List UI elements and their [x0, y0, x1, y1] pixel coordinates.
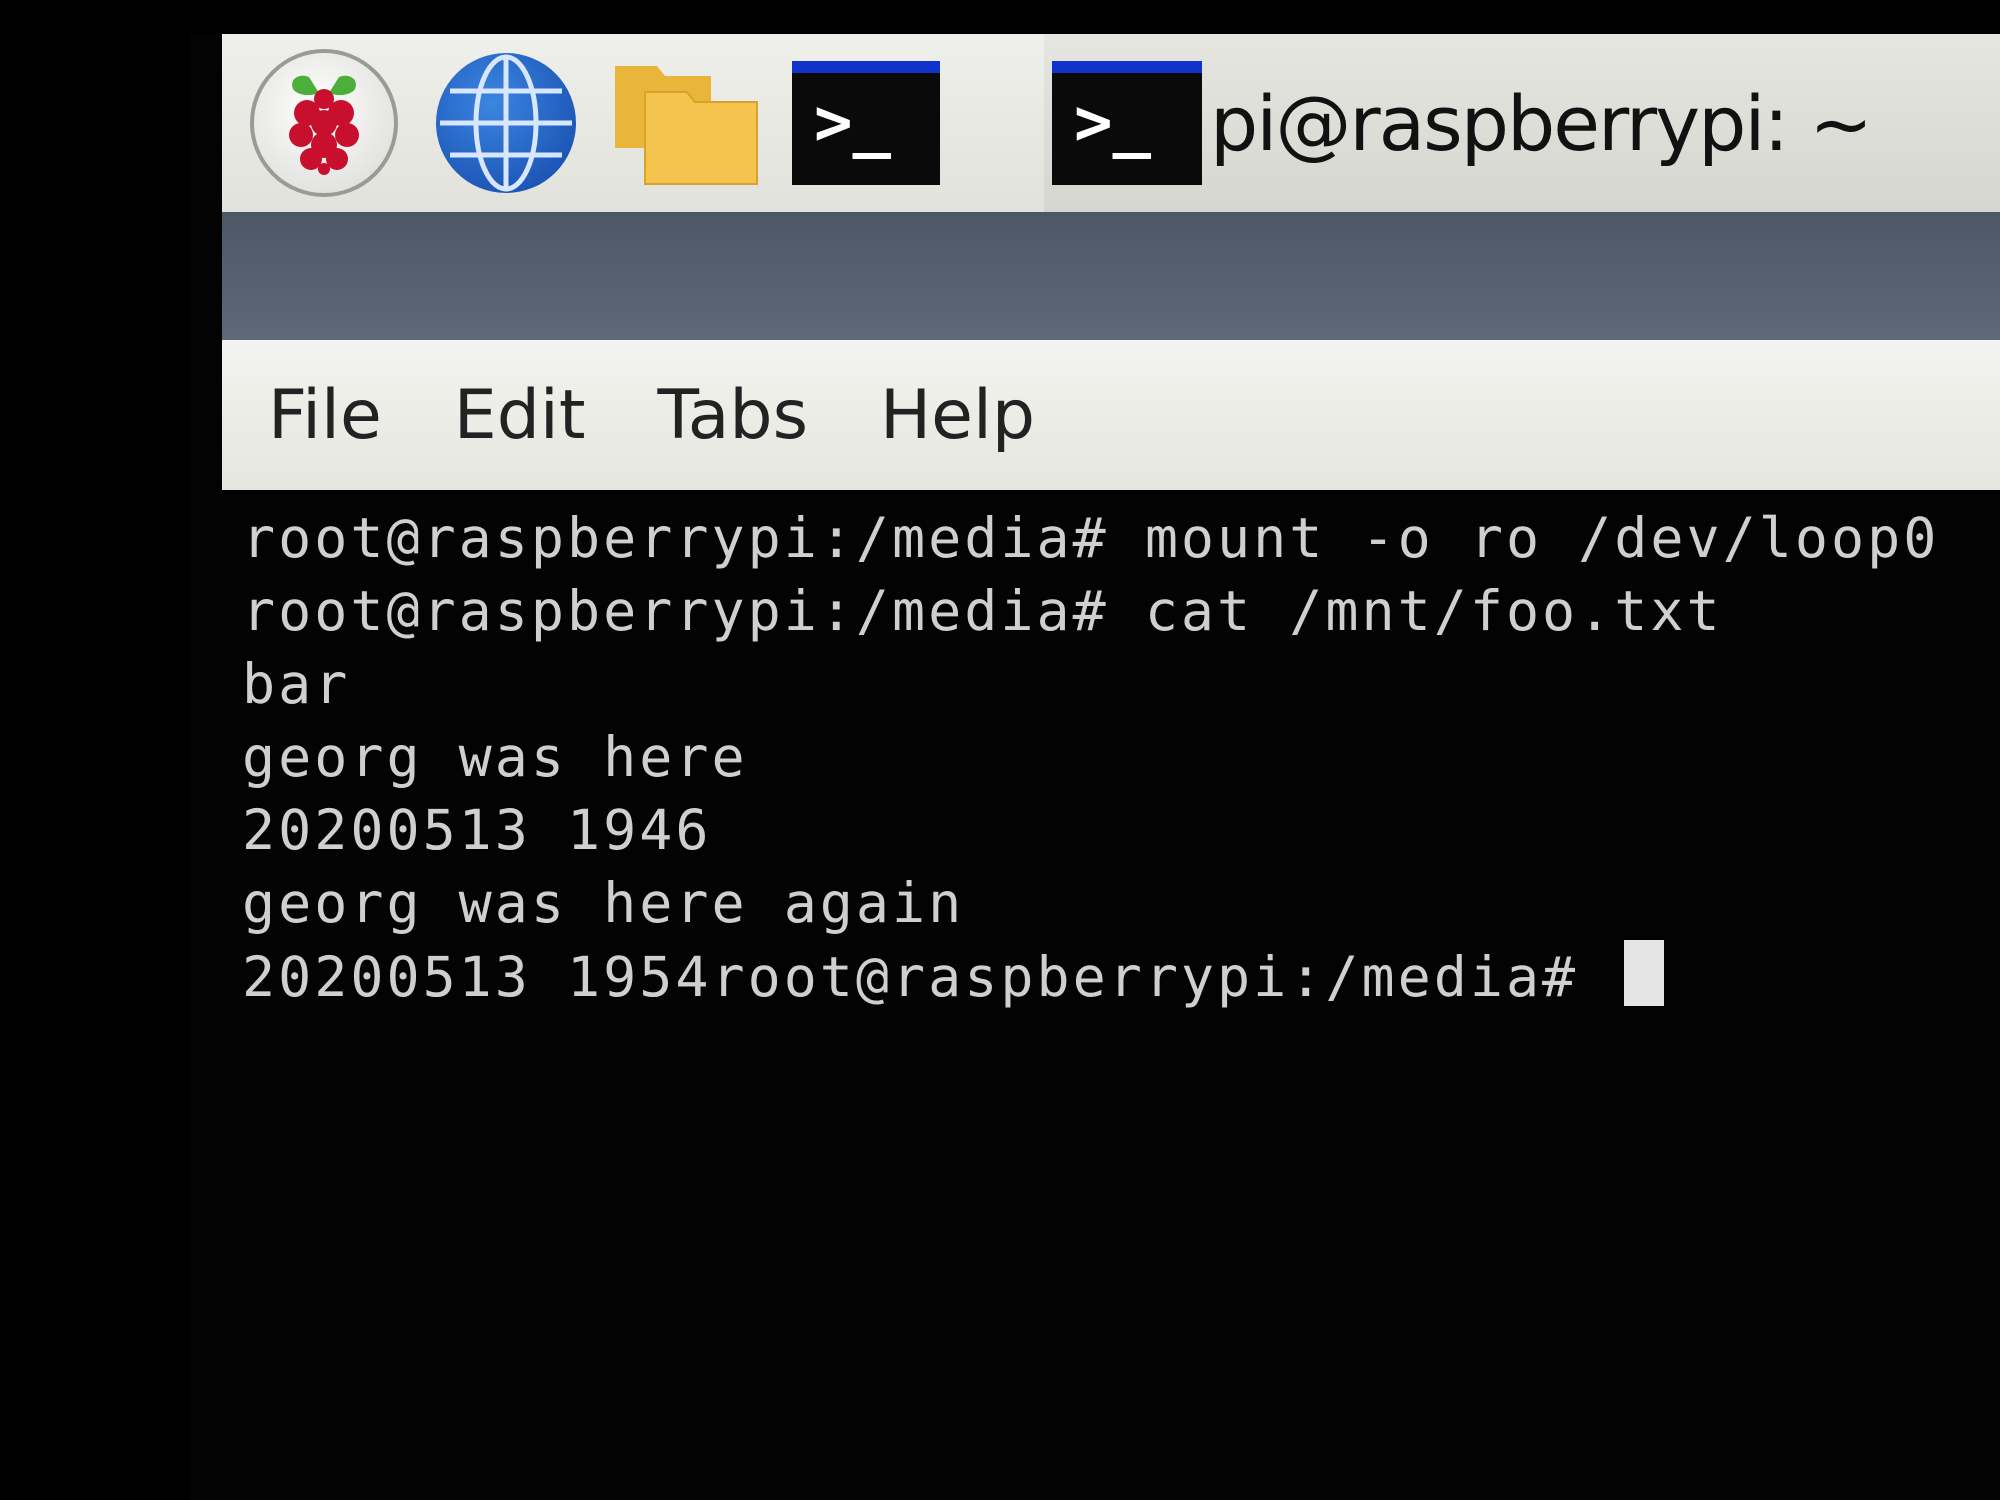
- file-manager-button[interactable]: [612, 49, 760, 197]
- terminal-prompt-text: 20200513 1954root@raspberrypi:/media#: [242, 945, 1615, 1009]
- menu-edit[interactable]: Edit: [454, 376, 586, 455]
- terminal-area[interactable]: root@raspberrypi:/media# mount -o ro /de…: [222, 490, 2000, 1500]
- terminal-launcher-button[interactable]: >_: [792, 49, 940, 197]
- raspberry-pi-menu-button[interactable]: [250, 49, 398, 197]
- terminal-line: root@raspberrypi:/media# cat /mnt/foo.tx…: [242, 579, 1723, 643]
- terminal-line: 20200513 1946: [242, 798, 712, 862]
- file-manager-folder-icon: [611, 58, 761, 188]
- window-titlebar[interactable]: [222, 212, 2000, 340]
- web-browser-button[interactable]: [432, 49, 580, 197]
- menu-file[interactable]: File: [268, 376, 382, 455]
- window-title: pi@raspberrypi: ~: [1210, 78, 1873, 168]
- raspberry-pi-menu-icon: [250, 49, 398, 197]
- monitor-bezel-top: [0, 0, 2000, 34]
- monitor-bezel-left: [0, 0, 190, 1500]
- terminal-icon: >_: [1052, 61, 1202, 185]
- taskbar: >_ >_ pi@raspberrypi: ~: [222, 34, 2000, 212]
- menu-help[interactable]: Help: [880, 376, 1035, 455]
- menu-bar: File Edit Tabs Help: [222, 340, 2000, 490]
- terminal-line: bar: [242, 652, 351, 716]
- terminal-line: georg was here again: [242, 871, 965, 935]
- web-browser-globe-icon: [436, 53, 576, 193]
- screen: >_ >_ pi@raspberrypi: ~ File Edit Tabs H…: [0, 0, 2000, 1500]
- terminal-prompt-line: 20200513 1954root@raspberrypi:/media#: [242, 940, 2000, 1013]
- terminal-icon: >_: [792, 61, 940, 185]
- terminal-line: georg was here: [242, 725, 748, 789]
- taskbar-window-button[interactable]: >_ pi@raspberrypi: ~: [1044, 34, 2000, 212]
- terminal-line: root@raspberrypi:/media# mount -o ro /de…: [242, 506, 1940, 570]
- menu-tabs[interactable]: Tabs: [657, 376, 808, 455]
- terminal-cursor: [1624, 940, 1665, 1006]
